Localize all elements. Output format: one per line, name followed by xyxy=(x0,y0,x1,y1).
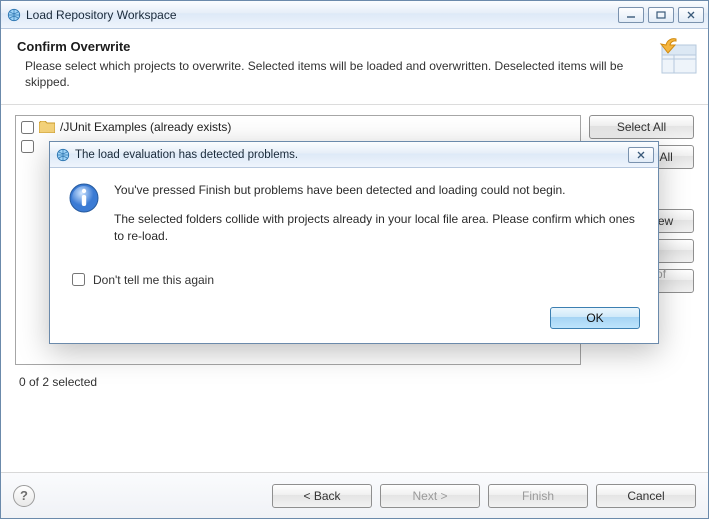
problems-dialog: The load evaluation has detected problem… xyxy=(49,141,659,344)
window-title: Load Repository Workspace xyxy=(26,8,177,22)
list-item-checkbox[interactable] xyxy=(21,121,34,134)
repository-graphic-icon xyxy=(648,37,698,77)
folder-icon xyxy=(39,121,55,133)
wizard-header: Confirm Overwrite Please select which pr… xyxy=(1,29,708,105)
list-item-checkbox[interactable] xyxy=(21,140,34,153)
maximize-button[interactable] xyxy=(648,7,674,23)
minimize-button[interactable] xyxy=(618,7,644,23)
dialog-titlebar[interactable]: The load evaluation has detected problem… xyxy=(50,142,658,168)
dont-tell-checkbox[interactable] xyxy=(72,273,85,286)
help-icon: ? xyxy=(20,488,28,503)
list-item[interactable]: /JUnit Examples (already exists) xyxy=(17,117,579,137)
dialog-message-2: The selected folders collide with projec… xyxy=(114,211,640,245)
ok-button[interactable]: OK xyxy=(550,307,640,329)
finish-button[interactable]: Finish xyxy=(488,484,588,508)
dont-tell-checkbox-row[interactable]: Don't tell me this again xyxy=(68,270,640,289)
dialog-title: The load evaluation has detected problem… xyxy=(75,149,298,161)
list-item-label: /JUnit Examples (already exists) xyxy=(60,120,231,134)
back-button[interactable]: < Back xyxy=(272,484,372,508)
info-icon xyxy=(68,182,100,214)
selection-status: 0 of 2 selected xyxy=(15,365,694,395)
wizard-button-bar: ? < Back Next > Finish Cancel xyxy=(1,472,708,518)
parent-window: Load Repository Workspace Confirm Overwr… xyxy=(0,0,709,519)
dialog-close-button[interactable] xyxy=(628,147,654,163)
globe-icon xyxy=(56,148,70,162)
dont-tell-label: Don't tell me this again xyxy=(93,273,214,287)
window-titlebar[interactable]: Load Repository Workspace xyxy=(1,1,708,29)
cancel-button[interactable]: Cancel xyxy=(596,484,696,508)
page-heading: Confirm Overwrite xyxy=(17,39,692,54)
dialog-message-1: You've pressed Finish but problems have … xyxy=(114,182,640,199)
help-button[interactable]: ? xyxy=(13,485,35,507)
next-button[interactable]: Next > xyxy=(380,484,480,508)
select-all-button[interactable]: Select All xyxy=(589,115,694,139)
page-description: Please select which projects to overwrit… xyxy=(25,58,632,90)
globe-icon xyxy=(7,8,21,22)
close-button[interactable] xyxy=(678,7,704,23)
